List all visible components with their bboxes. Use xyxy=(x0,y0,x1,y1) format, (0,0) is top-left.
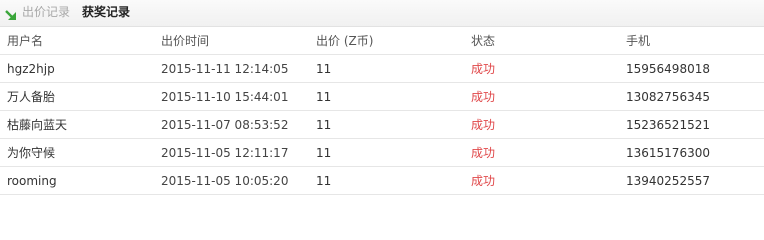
table-row: 为你守候 2015-11-05 12:11:17 11 成功 136151763… xyxy=(0,139,764,167)
tab-bid-records[interactable]: 出价记录 xyxy=(22,4,70,20)
table-row: 万人备胎 2015-11-10 15:44:01 11 成功 130827563… xyxy=(0,83,764,111)
status-cell: 成功 xyxy=(471,118,496,132)
green-arrow-icon xyxy=(5,7,18,20)
bid-time-cell: 2015-11-07 08:53:52 xyxy=(161,118,289,132)
bid-time-cell: 2015-11-05 10:05:20 xyxy=(161,174,289,188)
phone-cell: 13082756345 xyxy=(626,90,710,104)
username-cell: 万人备胎 xyxy=(7,90,56,104)
username-cell: rooming xyxy=(7,174,57,188)
table-row: hgz2hjp 2015-11-11 12:14:05 11 成功 159564… xyxy=(0,55,764,83)
status-cell: 成功 xyxy=(471,90,496,104)
phone-cell: 13940252557 xyxy=(626,174,710,188)
table-row: rooming 2015-11-05 10:05:20 11 成功 139402… xyxy=(0,167,764,195)
username-cell: 为你守候 xyxy=(7,146,56,160)
bid-amount-cell: 11 xyxy=(316,174,332,188)
phone-cell: 13615176300 xyxy=(626,146,710,160)
record-tabbar: 出价记录 获奖记录 xyxy=(0,0,764,27)
table-header-row: 用户名 出价时间 出价 (Z币) 状态 手机 xyxy=(0,27,764,55)
column-header-bid-time: 出价时间 xyxy=(161,34,210,48)
column-header-bid-amount: 出价 (Z币) xyxy=(316,34,374,48)
bid-amount-cell: 11 xyxy=(316,62,332,76)
column-header-status: 状态 xyxy=(471,34,496,48)
phone-cell: 15236521521 xyxy=(626,118,710,132)
bid-time-cell: 2015-11-05 12:11:17 xyxy=(161,146,289,160)
award-records-table: 用户名 出价时间 出价 (Z币) 状态 手机 hgz2hjp 2015-11-1… xyxy=(0,27,764,195)
status-cell: 成功 xyxy=(471,146,496,160)
bid-time-cell: 2015-11-11 12:14:05 xyxy=(161,62,289,76)
column-header-phone: 手机 xyxy=(626,34,651,48)
bid-amount-cell: 11 xyxy=(316,118,332,132)
column-header-username: 用户名 xyxy=(7,34,44,48)
bid-amount-cell: 11 xyxy=(316,146,332,160)
username-cell: 枯藤向蓝天 xyxy=(7,118,68,132)
bid-time-cell: 2015-11-10 15:44:01 xyxy=(161,90,289,104)
status-cell: 成功 xyxy=(471,174,496,188)
table-row: 枯藤向蓝天 2015-11-07 08:53:52 11 成功 15236521… xyxy=(0,111,764,139)
username-cell: hgz2hjp xyxy=(7,62,55,76)
tab-award-records[interactable]: 获奖记录 xyxy=(82,4,130,20)
status-cell: 成功 xyxy=(471,62,496,76)
phone-cell: 15956498018 xyxy=(626,62,710,76)
bid-amount-cell: 11 xyxy=(316,90,332,104)
